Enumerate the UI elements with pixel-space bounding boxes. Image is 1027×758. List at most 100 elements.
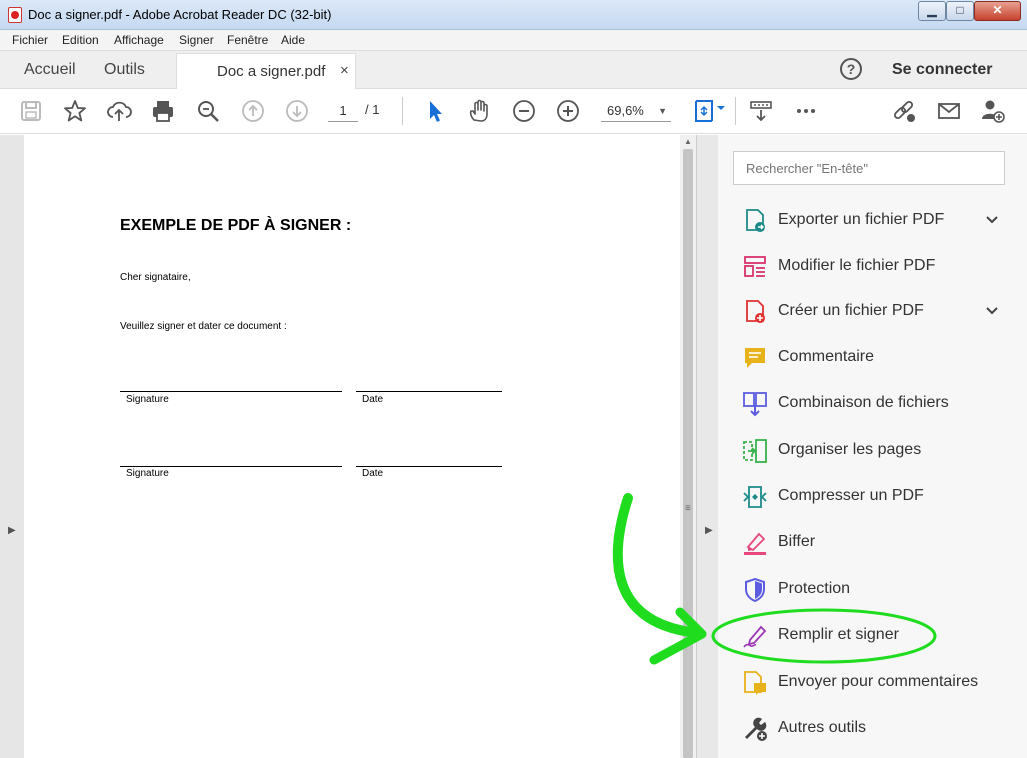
fill-sign-icon bbox=[742, 623, 768, 649]
zoom-level-value: 69,6% bbox=[607, 103, 644, 118]
tool-edit-pdf[interactable]: Modifier le fichier PDF bbox=[740, 252, 1010, 282]
tab-home[interactable]: Accueil bbox=[24, 61, 76, 79]
tool-label: Compresser un PDF bbox=[778, 487, 924, 504]
scroll-mode-icon[interactable] bbox=[748, 98, 774, 124]
zoom-level-select[interactable]: 69,6% ▼ bbox=[601, 100, 671, 122]
menu-fichier[interactable]: Fichier bbox=[12, 33, 48, 47]
date-line-1 bbox=[356, 391, 502, 392]
chevron-down-icon[interactable] bbox=[984, 212, 1000, 228]
menu-edition[interactable]: Edition bbox=[62, 33, 99, 47]
hand-tool-icon[interactable] bbox=[466, 98, 492, 124]
signature-label-2: Signature bbox=[126, 468, 169, 479]
page-total: / 1 bbox=[365, 102, 380, 117]
left-pane-collapsed[interactable]: ▶ bbox=[0, 135, 24, 758]
signature-line-2 bbox=[120, 466, 342, 467]
resize-grip-icon[interactable]: ≡ bbox=[685, 503, 691, 514]
tab-document-label: Doc a signer.pdf bbox=[217, 63, 326, 80]
menu-aide[interactable]: Aide bbox=[281, 33, 305, 47]
chevron-down-icon: ▼ bbox=[658, 106, 667, 116]
tool-label: Remplir et signer bbox=[778, 626, 899, 643]
tool-label: Créer un fichier PDF bbox=[778, 302, 924, 319]
tool-label: Protection bbox=[778, 580, 851, 597]
collapse-right-pane-icon[interactable]: ▶ bbox=[705, 525, 713, 536]
scrollbar-thumb[interactable] bbox=[683, 149, 693, 758]
tool-label: Autres outils bbox=[778, 719, 867, 736]
zoom-out-icon[interactable] bbox=[511, 98, 537, 124]
title-bar: Doc a signer.pdf - Adobe Acrobat Reader … bbox=[0, 0, 1027, 30]
tool-export-pdf[interactable]: Exporter un fichier PDF bbox=[740, 206, 1010, 236]
mail-icon[interactable] bbox=[936, 98, 962, 124]
tool-redact[interactable]: Biffer bbox=[740, 528, 1010, 558]
tool-label: Exporter un fichier PDF bbox=[778, 211, 945, 228]
chevron-down-icon[interactable] bbox=[984, 303, 1000, 319]
comment-icon bbox=[742, 345, 768, 371]
pane-divider[interactable]: ≡ ▶ bbox=[685, 135, 718, 758]
tab-tools[interactable]: Outils bbox=[104, 61, 145, 79]
organize-pages-icon bbox=[742, 438, 768, 464]
next-page-icon[interactable] bbox=[284, 98, 310, 124]
tool-combine-files[interactable]: Combinaison de fichiers bbox=[740, 389, 1010, 419]
tool-label: Commentaire bbox=[778, 348, 875, 365]
save-icon[interactable] bbox=[18, 98, 44, 124]
vertical-scrollbar[interactable]: ▲ bbox=[680, 135, 696, 758]
document-heading: EXEMPLE DE PDF À SIGNER : bbox=[120, 217, 352, 234]
menu-signer[interactable]: Signer bbox=[179, 33, 214, 47]
sign-in-button[interactable]: Se connecter bbox=[892, 61, 992, 79]
tools-panel: Exporter un fichier PDF Modifier le fich… bbox=[718, 135, 1027, 758]
page-number-input[interactable]: 1 bbox=[328, 100, 358, 122]
tool-create-pdf[interactable]: Créer un fichier PDF bbox=[740, 297, 1010, 327]
edit-pdf-icon bbox=[742, 254, 768, 280]
tool-organize-pages[interactable]: Organiser les pages bbox=[740, 436, 1010, 466]
help-icon[interactable]: ? bbox=[840, 58, 862, 80]
share-link-icon[interactable] bbox=[891, 98, 917, 124]
tool-compress-pdf[interactable]: Compresser un PDF bbox=[740, 482, 1010, 512]
toolbar: 1 / 1 69,6% ▼ bbox=[0, 89, 1027, 134]
zoom-in-icon[interactable] bbox=[555, 98, 581, 124]
tool-label: Organiser les pages bbox=[778, 441, 922, 458]
more-tools-icon bbox=[742, 716, 768, 742]
document-viewport[interactable]: ▶ EXEMPLE DE PDF À SIGNER : Cher signata… bbox=[0, 135, 718, 758]
close-button[interactable]: ✕ bbox=[974, 1, 1021, 21]
tool-protection[interactable]: Protection bbox=[740, 575, 1010, 605]
scroll-up-icon[interactable]: ▲ bbox=[684, 137, 692, 146]
tab-bar: Accueil Outils Doc a signer.pdf × ? Se c… bbox=[0, 51, 1027, 90]
menu-affichage[interactable]: Affichage bbox=[114, 33, 164, 47]
minimize-button[interactable]: ▁ bbox=[918, 1, 946, 21]
tool-label: Biffer bbox=[778, 533, 816, 550]
date-label-1: Date bbox=[362, 394, 384, 405]
add-user-icon[interactable] bbox=[980, 98, 1006, 124]
zoom-search-icon[interactable] bbox=[195, 98, 221, 124]
tools-search-input[interactable] bbox=[733, 151, 1005, 185]
tool-label: Combinaison de fichiers bbox=[778, 394, 949, 411]
previous-page-icon[interactable] bbox=[240, 98, 266, 124]
page-fit-icon[interactable] bbox=[692, 98, 728, 124]
tool-fill-sign[interactable]: Remplir et signer bbox=[740, 621, 1010, 651]
tool-label: Envoyer pour commentaires bbox=[778, 673, 979, 690]
window-title: Doc a signer.pdf - Adobe Acrobat Reader … bbox=[28, 7, 332, 22]
more-options-icon[interactable] bbox=[793, 98, 819, 124]
document-instruction: Veuillez signer et dater ce document : bbox=[120, 321, 287, 332]
select-cursor-icon[interactable] bbox=[422, 98, 448, 124]
tool-send-comments[interactable]: Envoyer pour commentaires bbox=[740, 668, 1010, 698]
maximize-button[interactable]: □ bbox=[946, 1, 974, 21]
date-line-2 bbox=[356, 466, 502, 467]
upload-cloud-icon[interactable] bbox=[106, 98, 132, 124]
tool-comment[interactable]: Commentaire bbox=[740, 343, 1010, 373]
tool-more-tools[interactable]: Autres outils bbox=[740, 714, 1010, 744]
star-icon[interactable] bbox=[62, 98, 88, 124]
send-comments-icon bbox=[742, 670, 768, 696]
tool-label: Modifier le fichier PDF bbox=[778, 257, 936, 274]
acrobat-app-icon bbox=[8, 7, 22, 23]
create-pdf-icon bbox=[742, 299, 768, 325]
expand-left-pane-icon[interactable]: ▶ bbox=[8, 525, 16, 536]
protection-icon bbox=[742, 577, 768, 603]
toolbar-divider-2 bbox=[735, 97, 736, 125]
print-icon[interactable] bbox=[150, 98, 176, 124]
combine-files-icon bbox=[742, 391, 768, 417]
close-tab-icon[interactable]: × bbox=[340, 62, 349, 79]
date-label-2: Date bbox=[362, 468, 384, 479]
tab-document[interactable]: Doc a signer.pdf × bbox=[176, 53, 356, 90]
pdf-page[interactable]: EXEMPLE DE PDF À SIGNER : Cher signatair… bbox=[24, 135, 680, 758]
menu-fenetre[interactable]: Fenêtre bbox=[227, 33, 268, 47]
toolbar-divider bbox=[402, 97, 403, 125]
